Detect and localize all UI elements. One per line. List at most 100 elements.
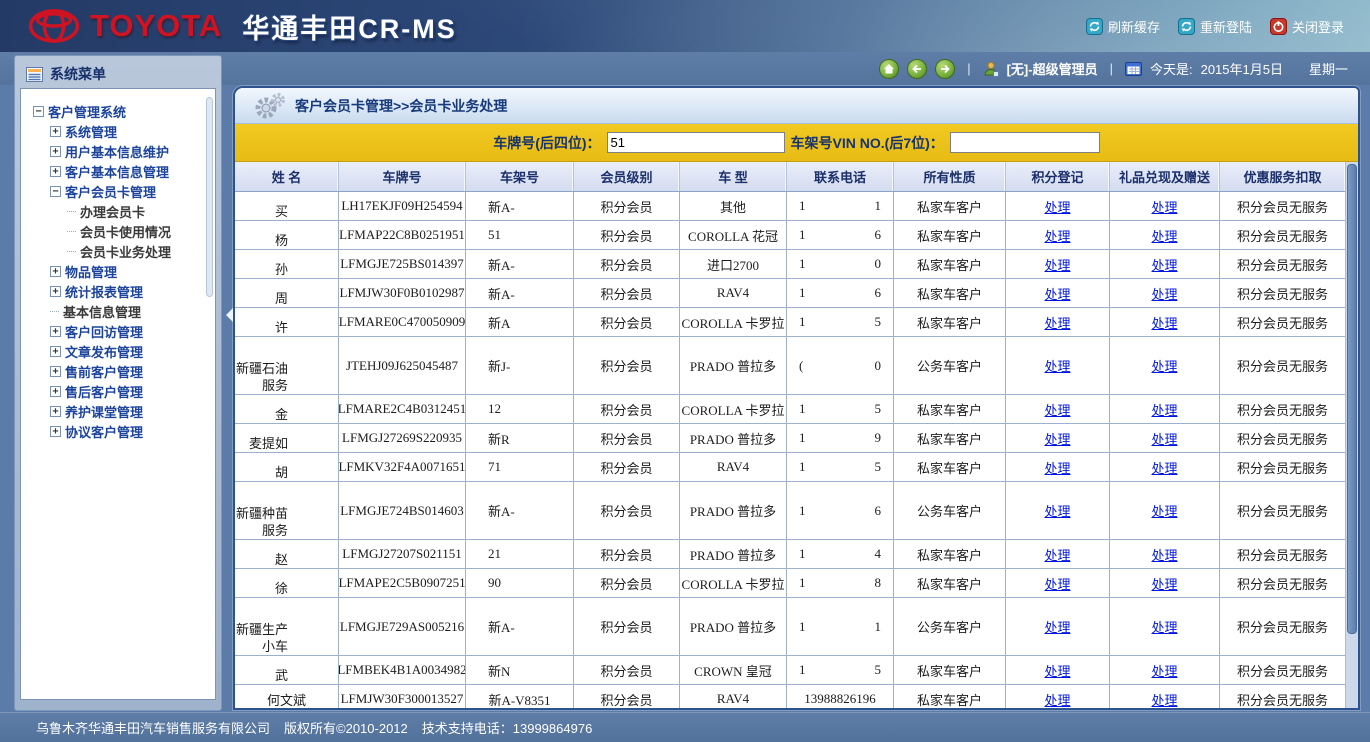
- expand-node-icon[interactable]: +: [50, 406, 61, 417]
- cell-phone: 15: [787, 308, 894, 336]
- expand-node-icon[interactable]: +: [50, 326, 61, 337]
- app-title: 华通丰田CR-MS: [242, 7, 457, 46]
- refresh-cache-button[interactable]: 刷新缓存: [1086, 17, 1160, 36]
- expand-node-icon[interactable]: +: [50, 286, 61, 297]
- gift-process-link[interactable]: 处理: [1151, 501, 1177, 520]
- cell-member-level: 积分会员: [574, 598, 680, 655]
- cell-plate-no: LFMKV32F4A0071651: [339, 453, 466, 481]
- cell-gift-redeem: 处理: [1110, 192, 1220, 220]
- expand-node-icon[interactable]: +: [50, 426, 61, 437]
- gift-process-link[interactable]: 处理: [1151, 226, 1177, 245]
- gift-process-link[interactable]: 处理: [1151, 545, 1177, 564]
- cell-chassis-no: 新A: [466, 308, 574, 336]
- points-process-link[interactable]: 处理: [1044, 226, 1070, 245]
- points-process-link[interactable]: 处理: [1044, 356, 1070, 375]
- gift-process-link[interactable]: 处理: [1151, 690, 1177, 709]
- points-process-link[interactable]: 处理: [1044, 458, 1070, 477]
- gift-process-link[interactable]: 处理: [1151, 400, 1177, 419]
- points-process-link[interactable]: 处理: [1044, 501, 1070, 520]
- points-process-link[interactable]: 处理: [1044, 574, 1070, 593]
- gift-process-link[interactable]: 处理: [1151, 356, 1177, 375]
- cell-discount-service: 积分会员无服务: [1220, 395, 1345, 423]
- cell-plate-no: LFMBEK4B1A0034982: [339, 656, 466, 684]
- sidebar-scrollbar[interactable]: [206, 97, 213, 297]
- cell-phone: (0: [787, 337, 894, 394]
- sidebar-item-协议客户管理[interactable]: +协议客户管理: [31, 421, 211, 441]
- collapse-node-icon[interactable]: −: [33, 106, 44, 117]
- points-process-link[interactable]: 处理: [1044, 284, 1070, 303]
- points-process-link[interactable]: 处理: [1044, 429, 1070, 448]
- plate-search-input[interactable]: [607, 132, 785, 153]
- gift-process-link[interactable]: 处理: [1151, 313, 1177, 332]
- cell-plate-no: LFMGJ27269S220935: [339, 424, 466, 452]
- sidebar-item-用户基本信息维护[interactable]: +用户基本信息维护: [31, 141, 211, 161]
- sidebar-collapse-arrow[interactable]: [226, 308, 233, 322]
- back-button[interactable]: [907, 59, 927, 79]
- expand-node-icon[interactable]: +: [50, 366, 61, 377]
- expand-node-icon[interactable]: +: [50, 266, 61, 277]
- cell-phone: 16: [787, 221, 894, 249]
- gift-process-link[interactable]: 处理: [1151, 284, 1177, 303]
- points-process-link[interactable]: 处理: [1044, 255, 1070, 274]
- vin-search-input[interactable]: [950, 132, 1100, 153]
- sidebar-item-系统管理[interactable]: +系统管理: [31, 121, 211, 141]
- sidebar-item-办理会员卡[interactable]: 办理会员卡: [31, 201, 211, 221]
- sidebar-item-label: 客户基本信息管理: [65, 162, 169, 181]
- scrollbar-thumb[interactable]: [1347, 164, 1357, 634]
- cell-discount-service: 积分会员无服务: [1220, 656, 1345, 684]
- table-row: 胡LFMKV32F4A007165171积分会员RAV415私家车客户处理处理积…: [235, 453, 1345, 482]
- points-process-link[interactable]: 处理: [1044, 197, 1070, 216]
- sidebar-item-客户管理系统[interactable]: −客户管理系统: [31, 101, 211, 121]
- column-header: 联系电话: [787, 162, 894, 191]
- sidebar-item-物品管理[interactable]: +物品管理: [31, 261, 211, 281]
- points-process-link[interactable]: 处理: [1044, 617, 1070, 636]
- sidebar-item-客户基本信息管理[interactable]: + 客户基本信息管理: [31, 161, 211, 181]
- sidebar-item-文章发布管理[interactable]: +文章发布管理: [31, 341, 211, 361]
- collapse-node-icon[interactable]: −: [50, 186, 61, 197]
- expand-node-icon[interactable]: +: [50, 146, 61, 157]
- gift-process-link[interactable]: 处理: [1151, 458, 1177, 477]
- logout-button[interactable]: 关闭登录: [1270, 17, 1344, 36]
- cell-plate-no: LFMARE0C470050909: [339, 308, 466, 336]
- expand-node-icon[interactable]: +: [50, 166, 61, 177]
- sidebar-item-售后客户管理[interactable]: +售后客户管理: [31, 381, 211, 401]
- sidebar-item-会员卡业务处理[interactable]: 会员卡业务处理: [31, 241, 211, 261]
- expand-node-icon[interactable]: +: [50, 126, 61, 137]
- menu-icon: [26, 67, 43, 82]
- sidebar-item-统计报表管理[interactable]: +统计报表管理: [31, 281, 211, 301]
- expand-node-icon[interactable]: +: [50, 386, 61, 397]
- sidebar-item-会员卡使用情况[interactable]: 会员卡使用情况: [31, 221, 211, 241]
- gift-process-link[interactable]: 处理: [1151, 255, 1177, 274]
- gift-process-link[interactable]: 处理: [1151, 617, 1177, 636]
- cell-discount-service: 积分会员无服务: [1220, 279, 1345, 307]
- gift-process-link[interactable]: 处理: [1151, 661, 1177, 680]
- points-process-link[interactable]: 处理: [1044, 400, 1070, 419]
- tree-connector: [50, 311, 59, 312]
- sidebar-item-基本信息管理[interactable]: 基本信息管理: [31, 301, 211, 321]
- cell-points-register: 处理: [1006, 540, 1110, 568]
- expand-node-icon[interactable]: +: [50, 346, 61, 357]
- sidebar-item-养护课堂管理[interactable]: +养护课堂管理: [31, 401, 211, 421]
- sidebar-item-客户会员卡管理[interactable]: −客户会员卡管理: [31, 181, 211, 201]
- logout-label: 关闭登录: [1292, 17, 1344, 36]
- cell-member-level: 积分会员: [574, 685, 680, 708]
- gift-process-link[interactable]: 处理: [1151, 574, 1177, 593]
- sidebar-item-售前客户管理[interactable]: + 售前客户管理: [31, 361, 211, 381]
- table-scrollbar[interactable]: [1345, 162, 1358, 708]
- cell-points-register: 处理: [1006, 192, 1110, 220]
- points-process-link[interactable]: 处理: [1044, 661, 1070, 680]
- forward-button[interactable]: [935, 59, 955, 79]
- points-process-link[interactable]: 处理: [1044, 545, 1070, 564]
- points-process-link[interactable]: 处理: [1044, 313, 1070, 332]
- relogin-button[interactable]: 重新登陆: [1178, 17, 1252, 36]
- table-row: 买LH17EKJF09H254594新A-积分会员其他11私家车客户处理处理积分…: [235, 192, 1345, 221]
- gift-process-link[interactable]: 处理: [1151, 197, 1177, 216]
- cell-owner-type: 公务车客户: [894, 598, 1006, 655]
- gift-process-link[interactable]: 处理: [1151, 429, 1177, 448]
- sidebar-item-客户回访管理[interactable]: +客户回访管理: [31, 321, 211, 341]
- points-process-link[interactable]: 处理: [1044, 690, 1070, 709]
- sidebar-item-label: 售前客户管理: [65, 362, 143, 381]
- table-row: 新疆种苗服务LFMGJE724BS014603新A-积分会员PRADO 普拉多1…: [235, 482, 1345, 540]
- cell-name: 新疆石油服务: [235, 337, 339, 394]
- home-button[interactable]: [879, 59, 899, 79]
